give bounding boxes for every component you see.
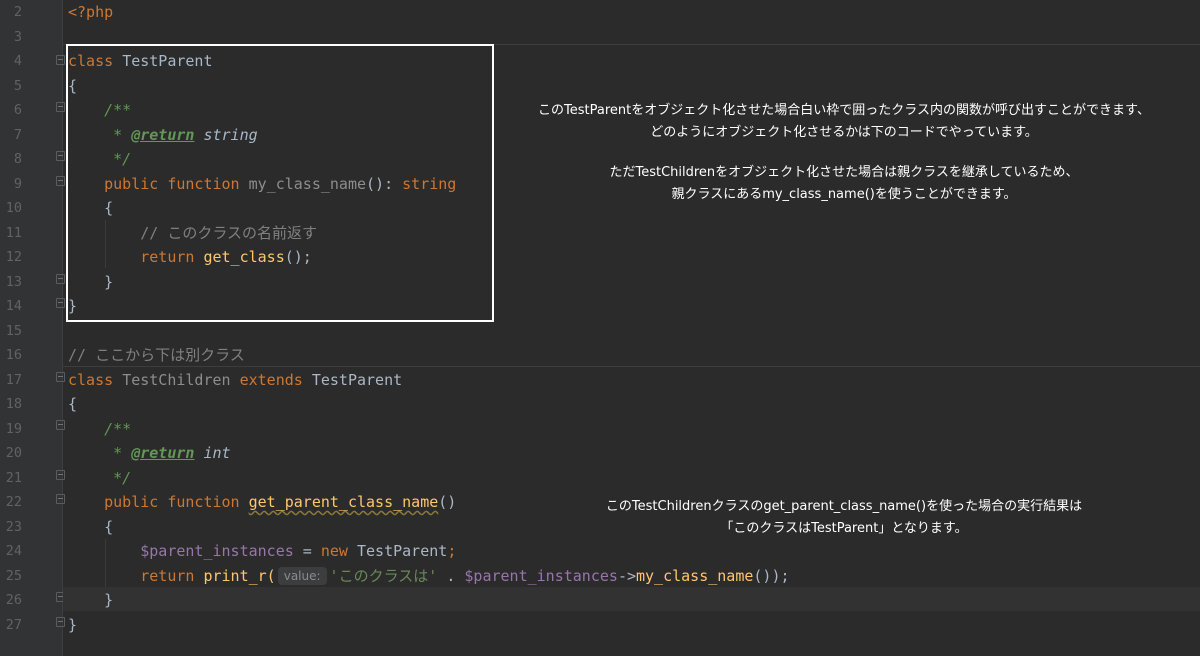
code-line-21: */ <box>68 466 131 491</box>
doc-comment-open: /** <box>104 419 132 438</box>
code-line-19: /** <box>68 417 131 442</box>
line-number: 17 <box>5 371 22 388</box>
fold-toggle-icon[interactable] <box>56 274 65 284</box>
brace: { <box>104 517 114 536</box>
line-number: 7 <box>13 126 22 143</box>
line-number: 26 <box>5 592 22 608</box>
keyword-public: public <box>104 493 159 511</box>
string-literal: 'このクラスは' <box>329 566 438 585</box>
semicolon: ; <box>447 542 457 560</box>
extends-class-name: TestParent <box>311 370 403 389</box>
fold-toggle-icon[interactable] <box>56 176 65 186</box>
code-line-24: $parent_instances = new TestParent; <box>68 539 456 564</box>
line-number: 6 <box>13 102 22 118</box>
line-number: 12 <box>5 249 22 265</box>
fold-toggle-icon[interactable] <box>56 617 65 627</box>
line-number: 8 <box>13 151 22 167</box>
code-line-22: public function get_parent_class_name() <box>68 490 456 515</box>
fold-toggle-icon[interactable] <box>56 298 65 308</box>
line-number: 5 <box>13 77 22 94</box>
line-number: 3 <box>13 28 22 45</box>
variable-parent-instances: $parent_instances <box>140 542 294 560</box>
line-comment: // ここから下は別クラス <box>68 346 245 364</box>
variable-parent-instances: $parent_instances <box>464 566 618 585</box>
keyword-extends: extends <box>239 370 303 389</box>
doc-return-type: int <box>203 444 231 462</box>
fold-toggle-icon[interactable] <box>56 151 65 161</box>
brace: } <box>68 615 78 634</box>
line-number: 13 <box>5 273 22 290</box>
line-number: 16 <box>5 347 22 363</box>
line-number: 4 <box>13 53 22 69</box>
current-line-highlight <box>63 587 1200 611</box>
new-class-name: TestParent <box>357 542 448 560</box>
fold-toggle-icon[interactable] <box>56 420 65 430</box>
line-number-gutter: 2 3 4 5 6 7 8 9 10 11 12 13 14 15 16 17 … <box>0 0 65 656</box>
line-number: 18 <box>5 396 22 412</box>
doc-comment-close: */ <box>104 468 132 487</box>
code-line-2: <?php <box>68 0 113 25</box>
fold-toggle-icon[interactable] <box>56 372 65 382</box>
line-number: 20 <box>5 445 22 461</box>
annotation-child-note: ただTestChildrenをオブジェクト化させた場合は親クラスを継承しているた… <box>494 162 1194 206</box>
annotation-line: 「このクラスはTestParent」となります。 <box>720 521 968 536</box>
annotation-line: このTestParentをオブジェクト化させた場合白い枠で囲ったクラス内の関数が… <box>538 103 1150 118</box>
fold-toggle-icon[interactable] <box>56 102 65 112</box>
code-line-18: { <box>68 392 77 417</box>
child-class-name: TestChildren <box>122 370 231 389</box>
highlight-frame <box>66 44 494 322</box>
doc-return-tag: @return <box>131 444 195 462</box>
fold-toggle-icon[interactable] <box>56 470 65 480</box>
line-number: 21 <box>5 469 22 486</box>
line-number: 10 <box>5 200 22 216</box>
doc-comment-star: * <box>104 444 132 462</box>
annotation-result-note: このTestChildrenクラスのget_parent_class_name(… <box>494 496 1194 540</box>
line-number: 9 <box>13 175 22 192</box>
call-suffix: ()); <box>753 566 790 585</box>
parens: () <box>438 493 457 511</box>
line-number: 27 <box>5 616 22 633</box>
line-number: 23 <box>5 518 22 535</box>
line-number: 15 <box>5 322 22 339</box>
keyword-new: new <box>320 542 348 560</box>
line-number: 11 <box>5 224 22 241</box>
line-number: 19 <box>5 420 22 437</box>
code-line-16: // ここから下は別クラス <box>68 343 245 368</box>
annotation-line: ただTestChildrenをオブジェクト化させた場合は親クラスを継承しているた… <box>609 165 1079 180</box>
code-line-27: } <box>68 613 77 638</box>
fold-toggle-icon[interactable] <box>56 494 65 504</box>
annotation-line: どのようにオブジェクト化させるかは下のコードでやっています。 <box>650 125 1038 140</box>
brace: { <box>68 395 78 413</box>
line-number: 25 <box>5 567 22 584</box>
call-my-class-name: my_class_name <box>636 566 754 585</box>
line-number: 22 <box>5 494 22 510</box>
line-number: 2 <box>13 4 22 20</box>
arrow-op: -> <box>617 566 636 585</box>
line-number: 24 <box>5 543 22 559</box>
concat-op: . <box>437 566 465 585</box>
parameter-hint: value: <box>277 566 327 585</box>
method-name-get-parent-class-name: get_parent_class_name <box>248 493 439 511</box>
annotation-line: 親クラスにあるmy_class_name()を使うことができます。 <box>671 187 1017 202</box>
keyword-function: function <box>167 493 240 511</box>
keyword-class: class <box>68 370 114 389</box>
line-number: 14 <box>5 298 22 314</box>
fold-toggle-icon[interactable] <box>56 55 65 65</box>
code-line-26: } <box>68 588 113 613</box>
call-print-r: print_r( <box>203 566 276 585</box>
php-open-tag: <?php <box>68 3 114 21</box>
annotation-line: このTestChildrenクラスのget_parent_class_name(… <box>605 499 1083 514</box>
code-line-17: class TestChildren extends TestParent <box>68 368 402 393</box>
assign-op: = <box>293 542 321 560</box>
code-line-25: return print_r(value: 'このクラスは' . $parent_… <box>68 564 790 589</box>
brace: } <box>104 591 114 609</box>
annotation-parent-note: このTestParentをオブジェクト化させた場合白い枠で囲ったクラス内の関数が… <box>494 100 1194 144</box>
keyword-return: return <box>140 566 195 585</box>
code-line-23: { <box>68 515 113 540</box>
code-line-20: * @return int <box>68 441 231 466</box>
